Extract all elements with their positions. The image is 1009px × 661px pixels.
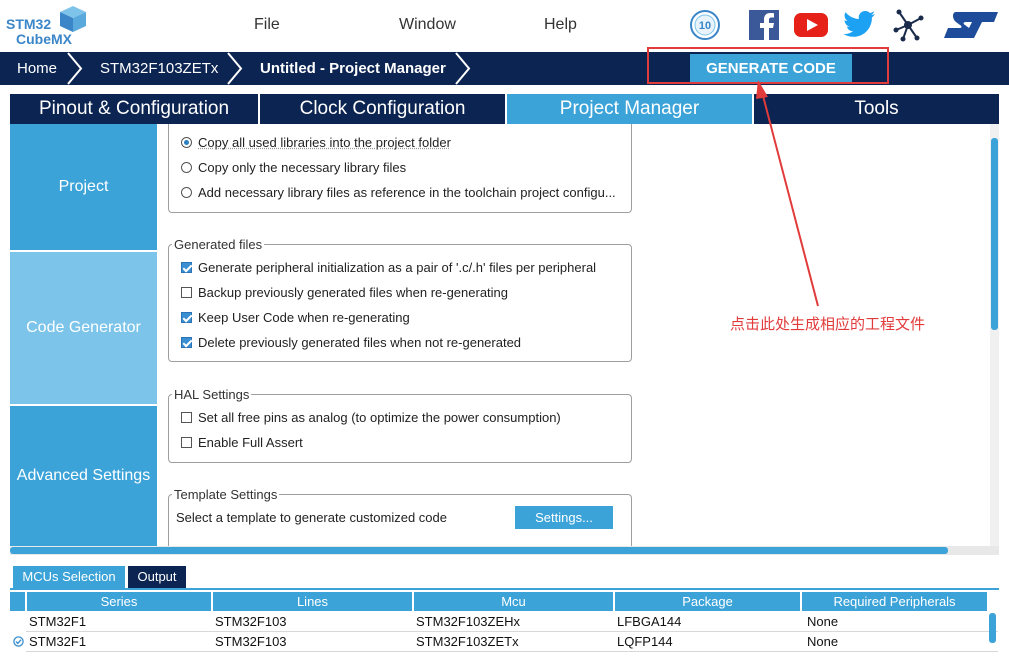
tab-mcus-selection[interactable]: MCUs Selection [13, 566, 125, 588]
column-header-lines[interactable]: Lines [213, 592, 412, 611]
cell-package: LFBGA144 [617, 614, 682, 629]
cell-peripherals: None [807, 634, 839, 649]
selected-check-icon [13, 636, 24, 647]
column-header-mcu[interactable]: Mcu [414, 592, 613, 611]
tab-output[interactable]: Output [128, 566, 186, 588]
column-header-status [10, 592, 25, 611]
annotation-text: 点击此处生成相应的工程文件 [730, 316, 926, 333]
content-vertical-scrollbar[interactable] [990, 124, 999, 546]
cell-series: STM32F1 [29, 614, 87, 629]
row-divider [26, 651, 998, 652]
cell-lines: STM32F103 [215, 634, 287, 649]
cell-mcu: STM32F103ZEHx [416, 614, 521, 629]
cell-package: LQFP144 [617, 634, 673, 649]
cell-mcu: STM32F103ZETx [416, 634, 519, 649]
cell-lines: STM32F103 [215, 614, 287, 629]
bottom-tabs: MCUs Selection Output [10, 566, 999, 590]
column-header-package[interactable]: Package [615, 592, 800, 611]
cell-peripherals: None [807, 614, 839, 629]
table-scrollbar-thumb[interactable] [989, 613, 996, 643]
column-header-required-peripherals[interactable]: Required Peripherals [802, 592, 987, 611]
scrollbar-thumb[interactable] [10, 547, 948, 554]
scrollbar-thumb[interactable] [991, 138, 998, 330]
mcu-table: Series Lines Mcu Package Required Periph… [10, 590, 999, 661]
cell-series: STM32F1 [29, 634, 87, 649]
column-header-series[interactable]: Series [27, 592, 211, 611]
content-horizontal-scrollbar[interactable] [10, 546, 999, 555]
